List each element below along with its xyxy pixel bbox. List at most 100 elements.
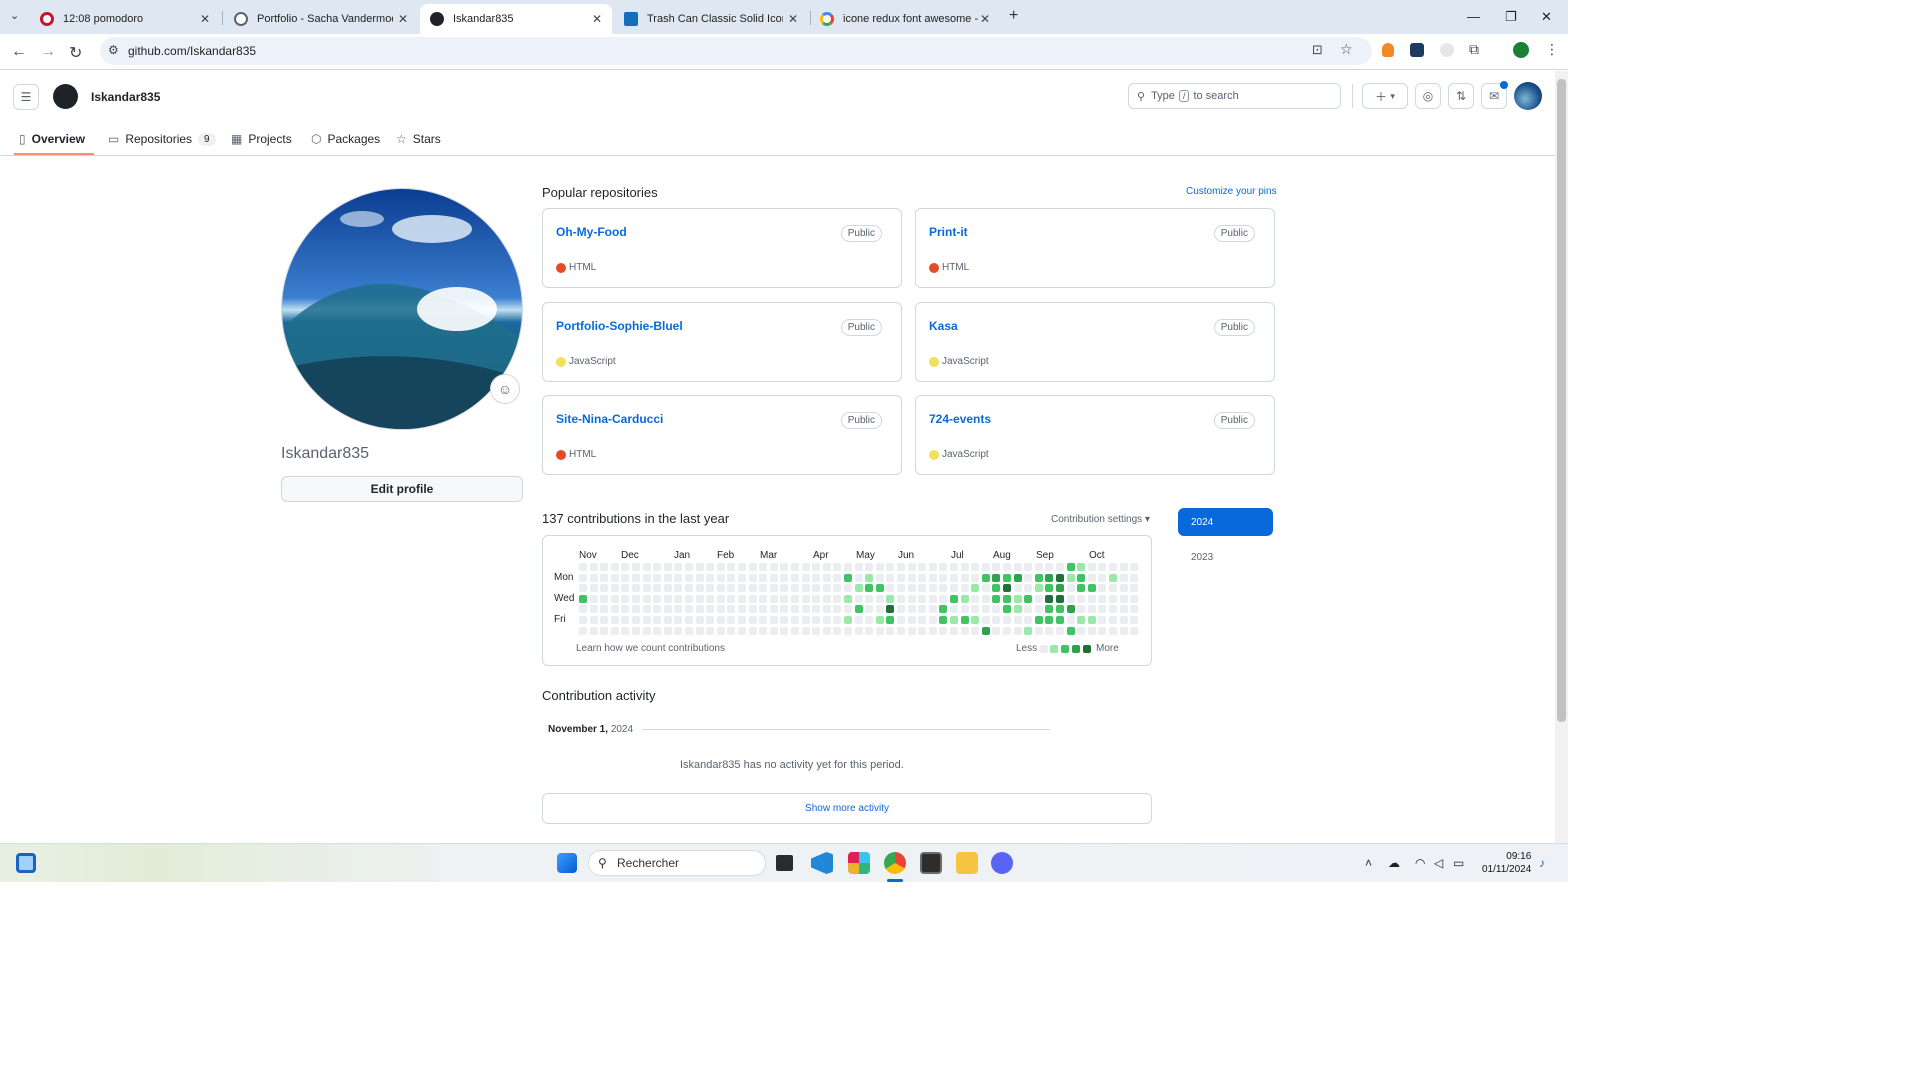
discord-icon[interactable] [991, 852, 1013, 874]
extension-chess-icon[interactable] [1382, 43, 1394, 57]
new-tab-icon[interactable]: + [1009, 7, 1018, 25]
close-tab-icon[interactable]: ✕ [788, 12, 798, 26]
contribution-cell [960, 584, 969, 593]
browser-tab-pomodoro[interactable]: 12:08 pomodoro ✕ [30, 4, 220, 34]
close-tab-icon[interactable]: ✕ [200, 12, 210, 26]
issues-icon[interactable]: ◎ [1415, 83, 1441, 109]
contribution-cell [1119, 616, 1128, 624]
profile-icon[interactable] [1513, 42, 1529, 58]
vscode-icon[interactable] [811, 852, 833, 874]
contribution-cell [642, 626, 651, 635]
contribution-cell [653, 626, 662, 635]
browser-tab-google[interactable]: icone redux font awesome - Re ✕ [810, 4, 1000, 34]
bookmark-star-icon[interactable]: ☆ [1340, 41, 1353, 58]
scrollbar-thumb[interactable] [1557, 79, 1566, 722]
install-app-icon[interactable]: ⊡ [1312, 42, 1323, 58]
contribution-cell [992, 616, 1001, 624]
contribution-cell [1034, 605, 1043, 614]
language-color-dot [929, 449, 939, 460]
contribution-cell [950, 605, 958, 614]
year-2023-button[interactable]: 2023 [1178, 543, 1273, 571]
github-logo-icon[interactable] [53, 84, 78, 109]
wifi-icon[interactable]: ◠ [1415, 856, 1425, 870]
repo-link[interactable]: Oh-My-Food [556, 225, 627, 239]
contribution-cell [1098, 616, 1107, 624]
learn-contributions-link[interactable]: Learn how we count contributions [576, 643, 725, 654]
notifications-bell-icon[interactable]: ♪ [1539, 856, 1545, 870]
volume-icon[interactable]: ◁ [1434, 856, 1443, 870]
contribution-cell [780, 563, 789, 571]
tab-search-chevron-icon[interactable]: ⌄ [10, 9, 19, 22]
battery-icon[interactable]: ▭ [1453, 856, 1464, 870]
slack-icon[interactable] [848, 852, 870, 874]
browser-menu-icon[interactable]: ⋮ [1545, 41, 1559, 58]
tab-packages[interactable]: ⬡ Packages [311, 129, 380, 149]
reload-icon[interactable]: ↻ [69, 43, 82, 63]
url-text[interactable]: github.com/Iskandar835 [128, 44, 256, 58]
contribution-cell [695, 605, 704, 614]
extensions-puzzle-icon[interactable]: ⧉ [1469, 41, 1479, 58]
tab-projects[interactable]: ▦ Projects [231, 129, 292, 149]
widgets-icon[interactable] [16, 853, 36, 873]
site-info-icon[interactable]: ⚙ [108, 43, 119, 57]
repo-link[interactable]: Kasa [929, 319, 958, 333]
contribution-cell [1119, 626, 1128, 635]
contribution-cell [1066, 563, 1075, 571]
tab-stars[interactable]: ☆ Stars [396, 129, 441, 149]
repo-link[interactable]: 724-events [929, 412, 991, 426]
browser-tab-portfolio[interactable]: Portfolio - Sacha Vandermoeten ✕ [224, 4, 418, 34]
contribution-cell [663, 605, 672, 614]
contribution-cell [1119, 563, 1128, 571]
extension-react-icon[interactable] [1410, 43, 1424, 57]
contribution-cell [621, 563, 630, 571]
profile-avatar[interactable] [281, 188, 523, 430]
forward-icon[interactable]: → [40, 43, 56, 61]
browser-tab-github[interactable]: Iskandar835 ✕ [420, 4, 612, 34]
close-tab-icon[interactable]: ✕ [592, 12, 602, 26]
pull-requests-icon[interactable]: ⇅ [1448, 83, 1474, 109]
restore-icon[interactable]: ❐ [1505, 9, 1517, 25]
tray-chevron-icon[interactable]: ˄ [1365, 856, 1372, 870]
hamburger-menu-icon[interactable]: ☰ [13, 84, 39, 110]
taskbar-search[interactable]: ⚲ Rechercher [588, 850, 766, 876]
user-avatar[interactable] [1514, 82, 1542, 110]
contribution-cell [1024, 584, 1033, 593]
taskbar-clock[interactable]: 09:16 01/11/2024 [1482, 850, 1531, 876]
extension-gray-icon[interactable] [1440, 43, 1454, 57]
search-input[interactable]: ⚲ Type / to search [1128, 83, 1341, 109]
show-more-activity-button[interactable]: Show more activity [542, 793, 1152, 824]
tab-overview[interactable]: ▯ Overview [19, 129, 85, 149]
repo-link[interactable]: Portfolio-Sophie-Bluel [556, 319, 683, 333]
onedrive-icon[interactable]: ☁ [1388, 856, 1400, 870]
task-view-icon[interactable] [776, 855, 793, 871]
contribution-cell [716, 563, 725, 571]
tab-repositories[interactable]: ▭ Repositories 9 [108, 129, 216, 149]
repo-link[interactable]: Site-Nina-Carducci [556, 412, 663, 426]
contribution-cell [960, 563, 969, 571]
windows-start-icon[interactable] [557, 853, 577, 873]
terminal-icon[interactable] [920, 852, 942, 874]
contribution-cell [1034, 616, 1043, 624]
browser-tab-fontawesome[interactable]: Trash Can Classic Solid Icon | Fo ✕ [614, 4, 808, 34]
minimize-icon[interactable]: — [1467, 9, 1480, 24]
contribution-cell [928, 563, 937, 571]
back-icon[interactable]: ← [11, 43, 27, 61]
close-tab-icon[interactable]: ✕ [980, 12, 990, 26]
customize-pins-link[interactable]: Customize your pins [1186, 186, 1277, 197]
create-new-button[interactable]: ＋ ▾ [1362, 83, 1408, 109]
close-window-icon[interactable]: ✕ [1541, 9, 1552, 25]
close-tab-icon[interactable]: ✕ [398, 12, 408, 26]
contribution-cell [1056, 626, 1064, 635]
year-2024-button[interactable]: 2024 [1178, 508, 1273, 536]
set-status-emoji-button[interactable]: ☺ [490, 374, 520, 404]
url-field[interactable]: ⚙ github.com/Iskandar835 ⊡ ☆ [100, 37, 1372, 65]
contribution-settings-dropdown[interactable]: Contribution settings ▾ [1051, 514, 1150, 525]
repo-language: JavaScript [556, 356, 616, 367]
contribution-cell [663, 573, 672, 582]
edit-profile-button[interactable]: Edit profile [281, 476, 523, 502]
page-scrollbar[interactable] [1555, 71, 1568, 843]
chrome-icon[interactable] [884, 852, 906, 874]
repo-link[interactable]: Print-it [929, 225, 968, 239]
file-explorer-icon[interactable] [956, 852, 978, 874]
header-username[interactable]: Iskandar835 [91, 90, 160, 104]
